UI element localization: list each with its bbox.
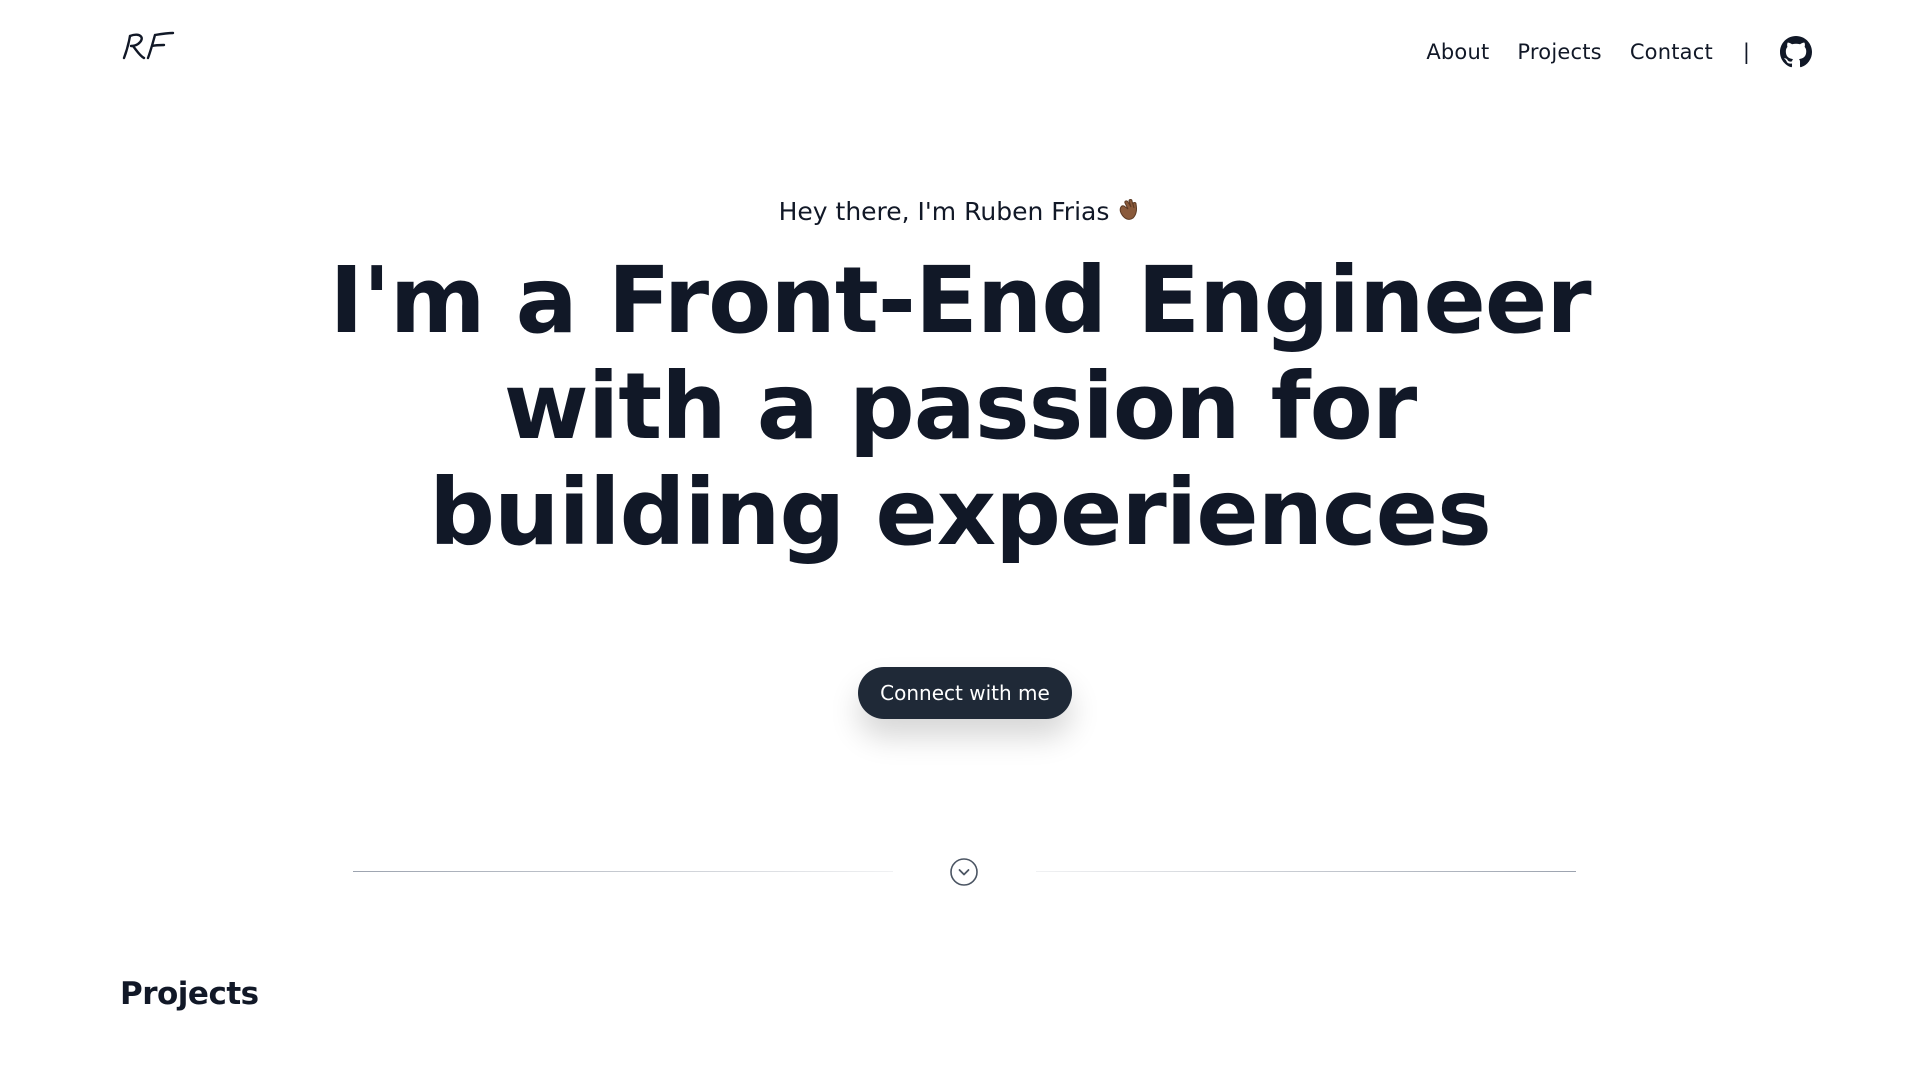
divider-line-left <box>353 871 893 872</box>
github-icon[interactable] <box>1780 36 1812 68</box>
divider-line-right <box>1036 871 1576 872</box>
hero-headline: I'm a Front-End Engineer with a passion … <box>260 248 1660 566</box>
headline-line-2: with a passion for <box>503 353 1417 460</box>
chevron-down-circle-icon[interactable] <box>949 857 979 887</box>
hero-intro: Hey there, I'm Ruben Frias <box>0 197 1920 226</box>
nav-link-contact[interactable]: Contact <box>1630 40 1713 64</box>
main-nav: About Projects Contact | <box>1398 32 1812 72</box>
headline-line-3: building experiences <box>429 459 1492 566</box>
connect-button[interactable]: Connect with me <box>858 667 1072 719</box>
headline-line-1: I'm a Front-End Engineer <box>329 247 1591 354</box>
waving-hand-emoji-icon <box>1115 197 1141 223</box>
nav-separator: | <box>1742 40 1750 64</box>
nav-link-projects[interactable]: Projects <box>1517 40 1601 64</box>
site-header: About Projects Contact | <box>0 0 1920 104</box>
projects-section-title: Projects <box>120 976 259 1012</box>
nav-link-about[interactable]: About <box>1426 40 1489 64</box>
hero-intro-text: Hey there, I'm Ruben Frias <box>778 197 1110 226</box>
logo[interactable] <box>118 28 178 68</box>
logo-mark <box>122 31 175 60</box>
